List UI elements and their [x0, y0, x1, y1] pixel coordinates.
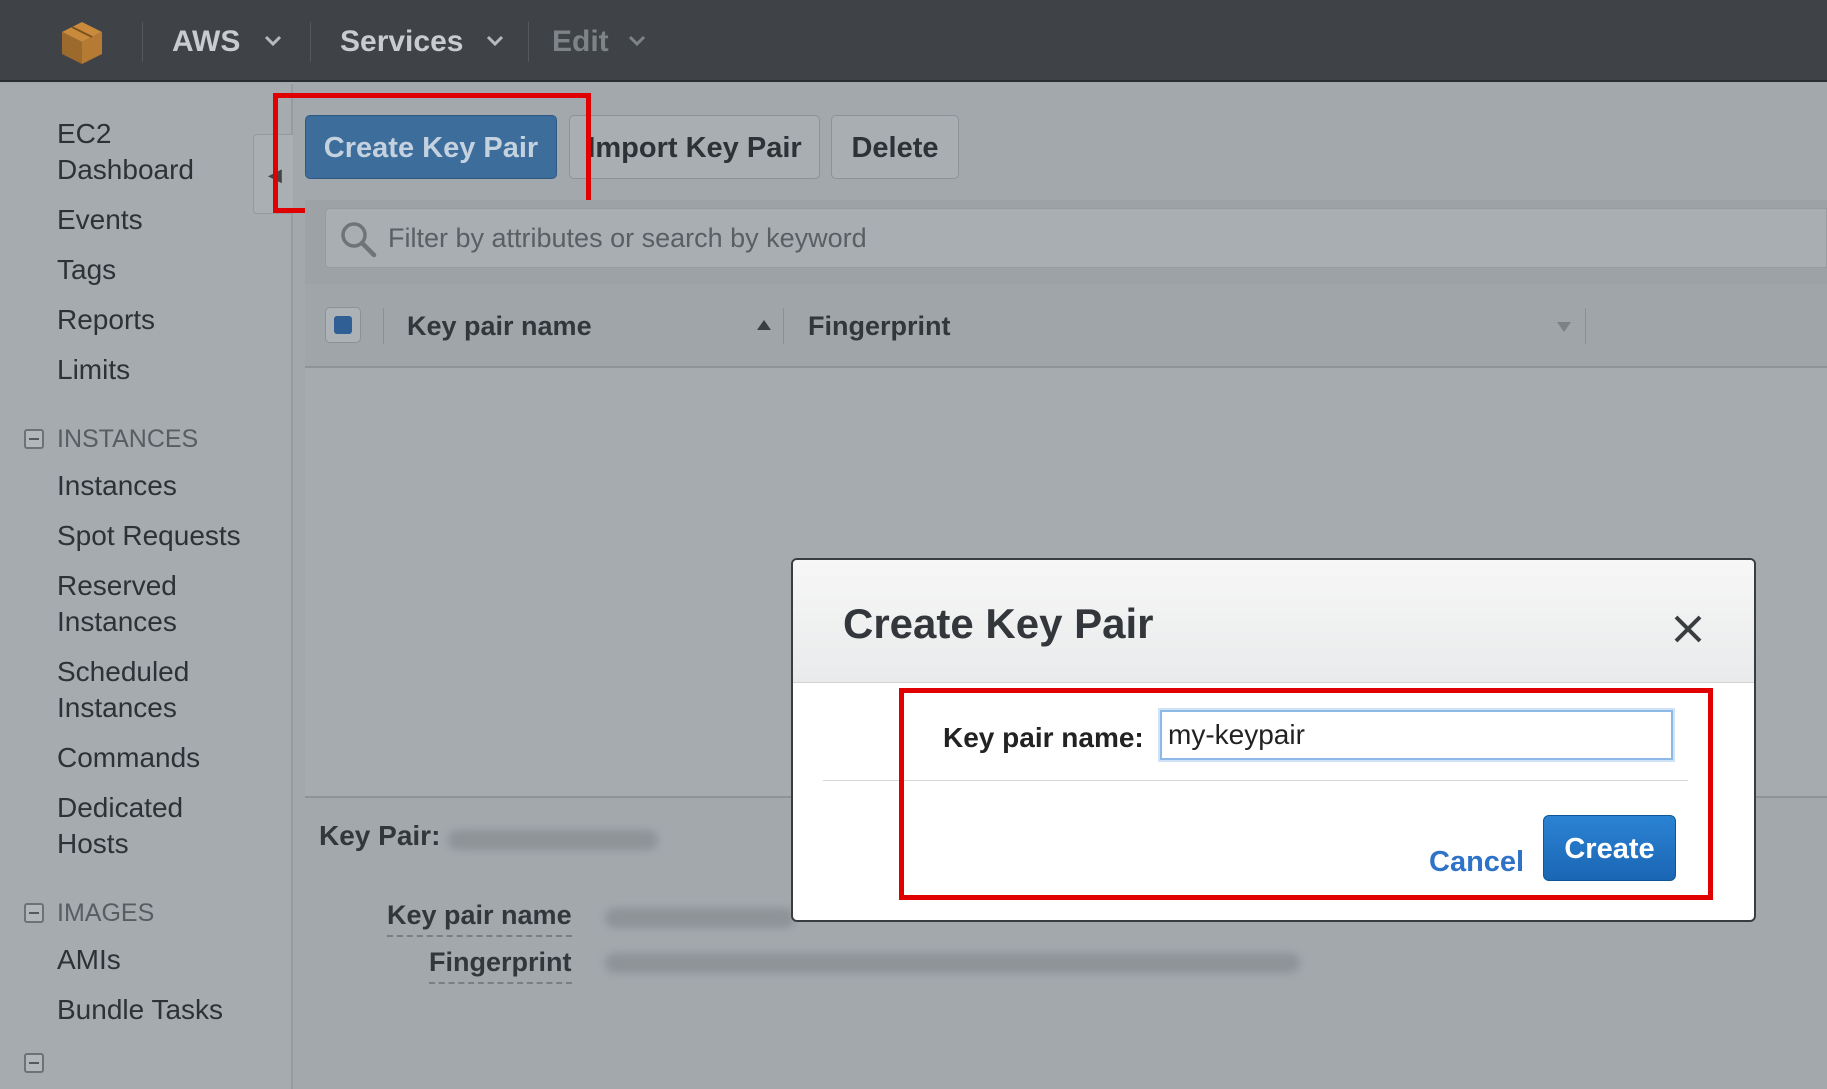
nav-edit-menu[interactable]: Edit — [552, 22, 609, 62]
sidebar-item-ec2-dashboard[interactable]: EC2 — [57, 116, 111, 152]
sidebar-item-spot-requests[interactable]: Spot Requests — [57, 518, 241, 554]
delete-button[interactable]: Delete — [831, 115, 959, 179]
column-header-fingerprint[interactable]: Fingerprint — [808, 306, 951, 346]
chevron-down-icon[interactable] — [486, 34, 504, 48]
table-header: Key pair name Fingerprint — [305, 284, 1827, 368]
sidebar-item-scheduled-instances[interactable]: Instances — [57, 690, 177, 726]
sidebar-collapse-handle[interactable]: ◀ — [253, 134, 293, 214]
sidebar-item-amis[interactable]: AMIs — [57, 942, 121, 978]
search-placeholder: Filter by attributes or search by keywor… — [388, 223, 867, 253]
aws-cube-logo[interactable] — [58, 18, 106, 66]
chevron-left-icon: ◀ — [268, 165, 282, 185]
chevron-down-icon[interactable] — [628, 34, 646, 48]
sidebar-section-images[interactable]: IMAGES — [57, 897, 154, 929]
sidebar-item-tags[interactable]: Tags — [57, 252, 116, 288]
import-key-pair-button[interactable]: Import Key Pair — [569, 115, 820, 179]
sidebar-item-events[interactable]: Events — [57, 202, 143, 238]
column-separator — [1585, 308, 1586, 344]
create-key-pair-dialog: Create Key Pair Key pair name: Cancel Cr… — [791, 558, 1756, 922]
collapse-instances-icon[interactable] — [24, 429, 44, 449]
sidebar-item-commands[interactable]: Commands — [57, 740, 200, 776]
column-separator — [383, 308, 384, 344]
details-title: Key Pair: — [319, 820, 441, 851]
blurred-fingerprint-value — [605, 953, 1300, 973]
sort-asc-icon[interactable] — [755, 318, 773, 332]
dialog-divider — [823, 780, 1688, 781]
sidebar-item-dedicated-hosts[interactable]: Hosts — [57, 826, 129, 862]
nav-separator — [310, 22, 311, 62]
search-bar: Filter by attributes or search by keywor… — [305, 200, 1827, 284]
dialog-header: Create Key Pair — [793, 560, 1754, 683]
sidebar-item-dedicated-hosts[interactable]: Dedicated — [57, 790, 183, 826]
sidebar-item-reports[interactable]: Reports — [57, 302, 155, 338]
sidebar-item-reserved-instances[interactable]: Instances — [57, 604, 177, 640]
nav-aws-menu[interactable]: AWS — [172, 22, 240, 62]
sidebar-section-instances[interactable]: INSTANCES — [57, 423, 198, 455]
sidebar-item-ec2-dashboard[interactable]: Dashboard — [57, 152, 194, 188]
detail-label-fingerprint: Fingerprint — [429, 947, 572, 984]
sidebar-item-bundle-tasks[interactable]: Bundle Tasks — [57, 992, 223, 1028]
key-pair-name-label: Key pair name: — [943, 722, 1144, 753]
key-pair-name-input[interactable] — [1160, 710, 1673, 760]
blurred-key-pair-value — [605, 908, 795, 928]
search-icon — [341, 222, 377, 258]
nav-separator — [142, 22, 143, 62]
chevron-down-icon[interactable] — [264, 34, 282, 48]
dialog-title: Create Key Pair — [843, 600, 1154, 647]
sort-desc-icon[interactable] — [1555, 320, 1573, 334]
close-icon[interactable] — [1671, 612, 1705, 646]
sidebar-item-scheduled-instances[interactable]: Scheduled — [57, 654, 189, 690]
sidebar: EC2 Dashboard Events Tags Reports Limits… — [0, 84, 293, 1089]
select-all-checkbox[interactable] — [325, 307, 361, 343]
top-navigation-bar: AWS Services Edit — [0, 0, 1827, 82]
blurred-key-pair-name — [448, 830, 658, 850]
cancel-button[interactable]: Cancel — [1429, 846, 1524, 879]
collapse-images-icon[interactable] — [24, 903, 44, 923]
create-button[interactable]: Create — [1543, 815, 1676, 881]
nav-services-menu[interactable]: Services — [340, 22, 463, 62]
column-separator — [783, 308, 784, 344]
sidebar-item-reserved-instances[interactable]: Reserved — [57, 568, 177, 604]
collapse-section-icon[interactable] — [24, 1053, 44, 1073]
detail-label-key-pair-name: Key pair name — [387, 900, 572, 937]
sidebar-item-instances[interactable]: Instances — [57, 468, 177, 504]
search-input[interactable]: Filter by attributes or search by keywor… — [325, 208, 1827, 268]
nav-separator — [528, 22, 529, 62]
sidebar-item-limits[interactable]: Limits — [57, 352, 130, 388]
create-key-pair-button[interactable]: Create Key Pair — [305, 115, 557, 179]
column-header-key-pair-name[interactable]: Key pair name — [407, 306, 592, 346]
